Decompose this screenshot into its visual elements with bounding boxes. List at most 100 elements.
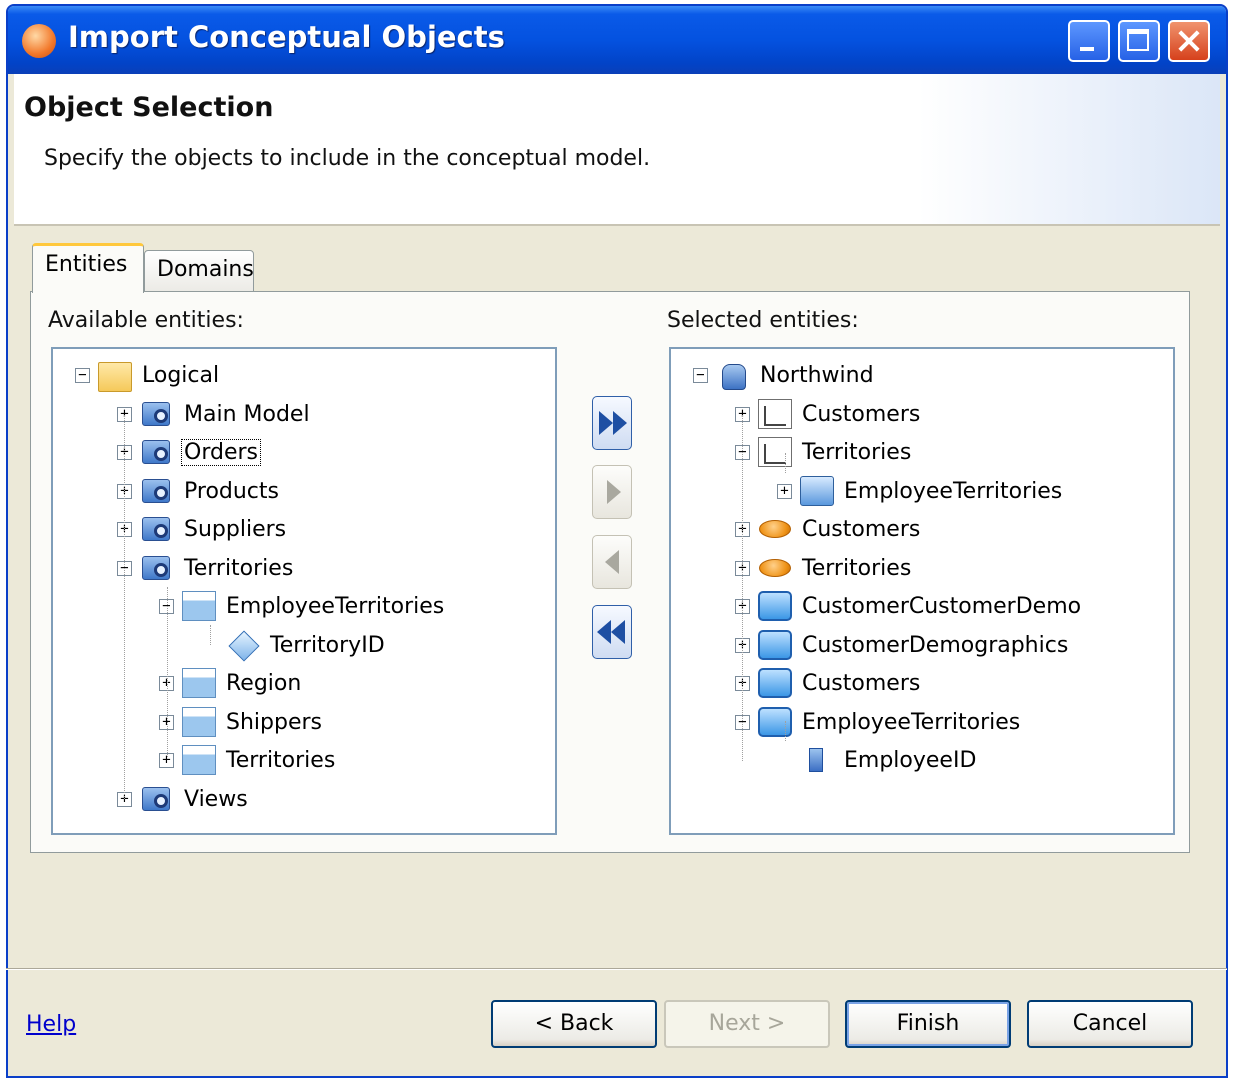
model-icon xyxy=(140,514,174,544)
maximize-button[interactable] xyxy=(1118,20,1160,62)
orange-entity-icon xyxy=(758,553,792,583)
available-tree-item[interactable]: + Suppliers xyxy=(117,511,288,547)
available-tree-item-label: Products xyxy=(184,478,279,504)
available-tree-item-label: Logical xyxy=(142,362,220,388)
available-tree-item-label: Orders xyxy=(181,438,261,466)
selected-tree-item-label: EmployeeTerritories xyxy=(802,709,1021,735)
blue-entity-icon xyxy=(758,707,792,737)
remove-all-button[interactable] xyxy=(592,605,632,659)
collapse-icon[interactable]: − xyxy=(693,367,708,383)
available-tree-item[interactable]: + Main Model xyxy=(117,396,312,432)
available-tree-item[interactable]: TerritoryID xyxy=(203,627,387,663)
selected-tree-item[interactable]: − Northwind xyxy=(693,357,876,393)
available-tree-item[interactable]: − Logical xyxy=(75,357,221,393)
tree-guide-line xyxy=(742,415,743,761)
finish-button[interactable]: Finish xyxy=(845,1000,1011,1048)
table-icon xyxy=(182,745,216,775)
table-icon xyxy=(182,668,216,698)
available-tree-item[interactable]: − EmployeeTerritories xyxy=(159,588,446,624)
available-tree-item[interactable]: + Products xyxy=(117,473,281,509)
available-tree-item[interactable]: + Views xyxy=(117,781,250,817)
selected-tree-item[interactable]: + EmployeeTerritories xyxy=(777,473,1064,509)
title-bar[interactable]: Import Conceptual Objects xyxy=(8,6,1226,74)
selected-tree-item[interactable]: + Customers xyxy=(735,511,922,547)
right-arrow-icon xyxy=(607,480,621,504)
selected-entities-tree[interactable]: − Northwind + Customers − Territories + Employe… xyxy=(669,347,1175,835)
blue-entity-icon xyxy=(758,630,792,660)
folder-open-icon xyxy=(98,362,132,392)
model-icon xyxy=(140,437,174,467)
selected-tree-item[interactable]: − Territories xyxy=(735,434,913,470)
app-icon xyxy=(22,24,56,58)
collapse-icon[interactable]: − xyxy=(75,367,90,383)
entity-link-icon xyxy=(800,476,834,506)
selected-tree-item-label: Territories xyxy=(802,555,912,581)
selected-tree-item-label: EmployeeID xyxy=(844,747,977,773)
selected-tree-item-label: EmployeeTerritories xyxy=(844,478,1063,504)
wizard-header: Object Selection Specify the objects to … xyxy=(14,74,1220,226)
property-icon xyxy=(800,745,834,775)
model-icon xyxy=(140,476,174,506)
selected-entities-label: Selected entities: xyxy=(667,308,859,333)
model-icon xyxy=(140,399,174,429)
left-arrow-icon xyxy=(605,550,619,574)
available-tree-item[interactable]: + Region xyxy=(159,665,303,701)
expand-icon[interactable]: + xyxy=(777,483,792,499)
selected-tree-item-label: CustomerCustomerDemo xyxy=(802,593,1082,619)
available-tree-item-label: Main Model xyxy=(184,401,310,427)
help-link[interactable]: Help xyxy=(26,1012,76,1037)
tab-domains[interactable]: Domains xyxy=(144,250,254,292)
selected-tree-item-label: Territories xyxy=(802,439,912,465)
double-left-arrow-icon xyxy=(597,620,611,644)
table-icon xyxy=(182,707,216,737)
add-all-button[interactable] xyxy=(592,396,632,450)
tree-guide-line xyxy=(124,415,125,799)
double-right-arrow-icon xyxy=(613,411,627,435)
minimize-button[interactable] xyxy=(1068,20,1110,62)
page-title: Object Selection xyxy=(24,92,274,123)
available-tree-item[interactable]: + Shippers xyxy=(159,704,324,740)
available-tree-item-label: Views xyxy=(184,786,248,812)
orange-entity-icon xyxy=(758,514,792,544)
available-tree-item[interactable]: + Territories xyxy=(159,742,337,778)
available-tree-item-label: Territories xyxy=(226,747,336,773)
available-tree-item-label: Shippers xyxy=(226,709,322,735)
available-tree-item-label: TerritoryID xyxy=(270,632,385,658)
tab-entities[interactable]: Entities xyxy=(32,243,144,293)
tree-guide-line xyxy=(167,587,168,757)
selected-tree-item[interactable]: + CustomerDemographics xyxy=(735,627,1070,663)
entity-icon xyxy=(758,437,792,467)
database-icon xyxy=(716,360,750,390)
tree-guide-line xyxy=(210,625,211,645)
close-button[interactable] xyxy=(1168,20,1210,62)
selected-tree-item[interactable]: EmployeeID xyxy=(777,742,978,778)
entity-icon xyxy=(758,399,792,429)
available-tree-item-label: Suppliers xyxy=(184,516,287,542)
selected-tree-item[interactable]: + Customers xyxy=(735,396,922,432)
available-entities-tree[interactable]: − Logical + Main Model + Orders + Products + Supp… xyxy=(51,347,557,835)
selected-tree-item[interactable]: + Territories xyxy=(735,550,913,586)
next-button[interactable]: Next > xyxy=(664,1000,830,1048)
back-button[interactable]: < Back xyxy=(491,1000,657,1048)
available-entities-label: Available entities: xyxy=(48,308,244,333)
selected-tree-item-label: Customers xyxy=(802,670,921,696)
selected-tree-item-label: CustomerDemographics xyxy=(802,632,1069,658)
selected-tree-item[interactable]: − EmployeeTerritories xyxy=(735,704,1022,740)
remove-button[interactable] xyxy=(592,535,632,589)
cancel-button[interactable]: Cancel xyxy=(1027,1000,1193,1048)
selected-tree-item[interactable]: + Customers xyxy=(735,665,922,701)
double-right-arrow-icon xyxy=(599,411,613,435)
available-tree-item-label: Region xyxy=(226,670,302,696)
page-subtitle: Specify the objects to include in the co… xyxy=(44,146,651,171)
add-button[interactable] xyxy=(592,465,632,519)
available-tree-item-label: EmployeeTerritories xyxy=(226,593,445,619)
selected-tree-item-label: Customers xyxy=(802,516,921,542)
available-tree-item[interactable]: − Territories xyxy=(117,550,295,586)
footer-divider xyxy=(6,968,1227,970)
selected-tree-item[interactable]: + CustomerCustomerDemo xyxy=(735,588,1083,624)
available-tree-item-label: Territories xyxy=(184,555,294,581)
available-tree-item[interactable]: + Orders xyxy=(117,434,261,470)
blue-entity-icon xyxy=(758,591,792,621)
tree-guide-line xyxy=(785,721,786,741)
tree-guide-line xyxy=(785,453,786,473)
